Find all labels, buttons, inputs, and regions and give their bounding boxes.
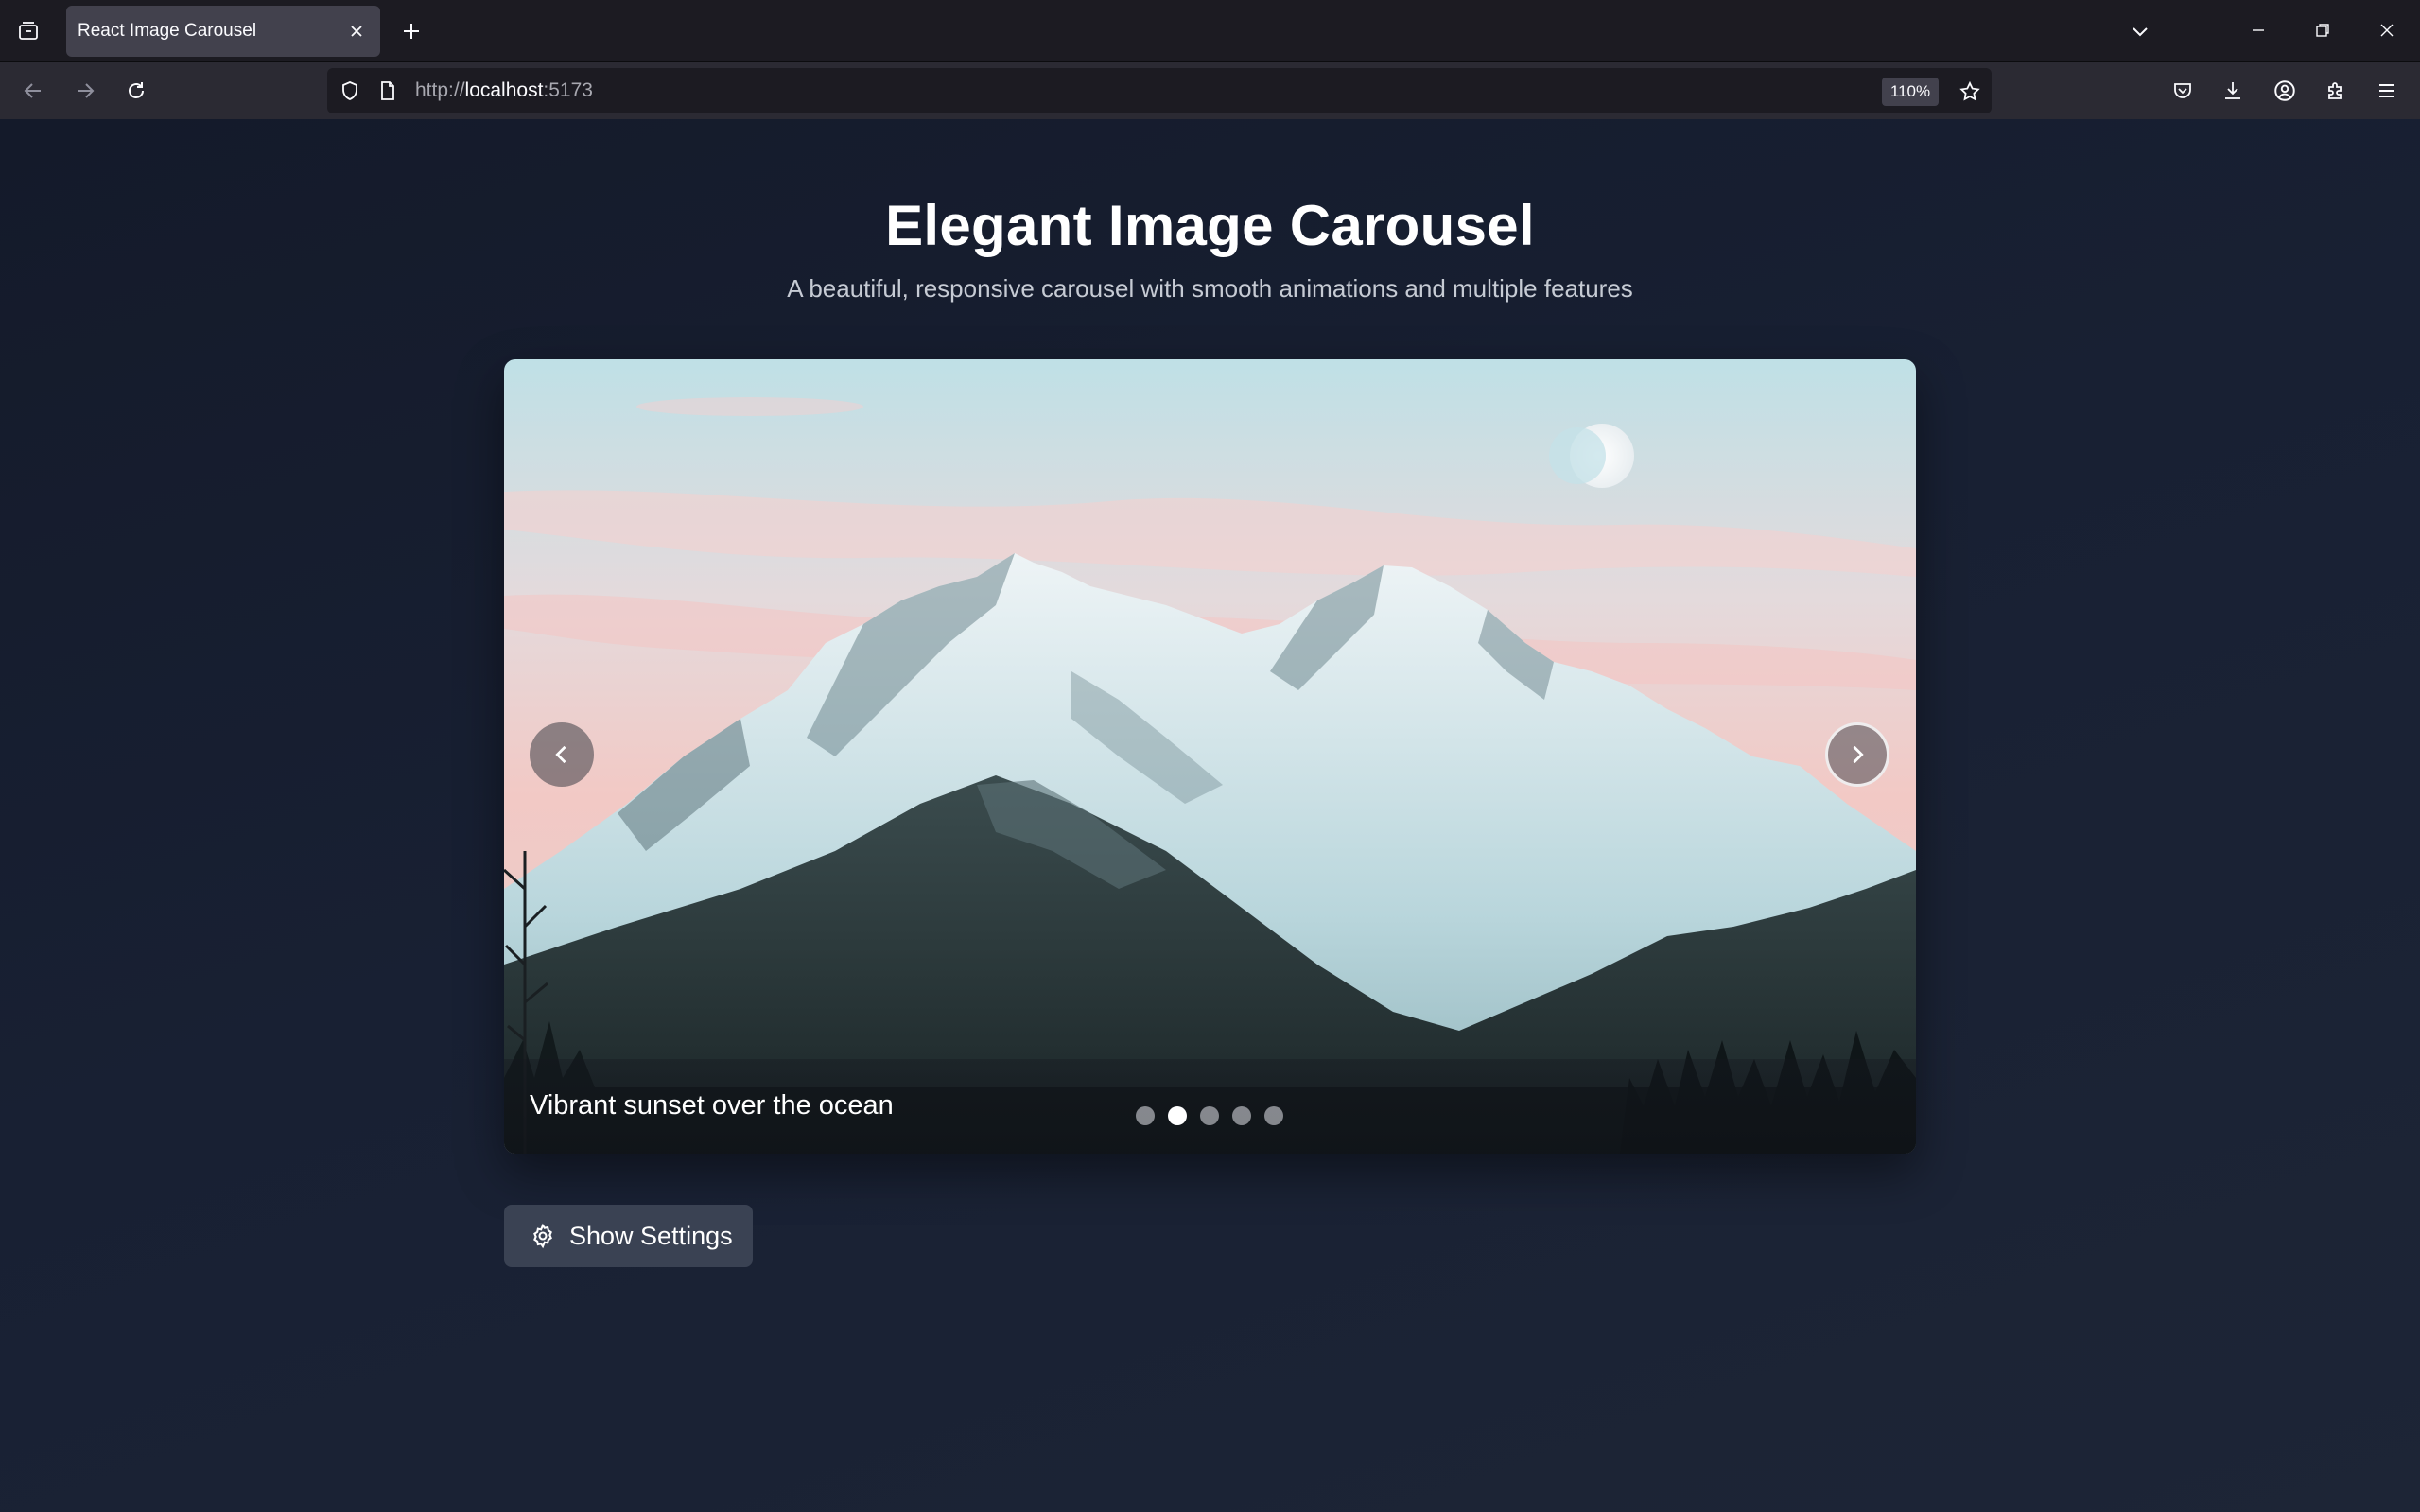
navigation-toolbar: http://localhost:5173 110%: [0, 62, 2420, 119]
slide-indicator-dot[interactable]: [1264, 1106, 1283, 1125]
slide-indicator-dot-active[interactable]: [1168, 1106, 1187, 1125]
chevron-down-icon[interactable]: [2124, 15, 2156, 47]
slide-indicator-dot[interactable]: [1200, 1106, 1219, 1125]
previous-slide-button[interactable]: [530, 722, 594, 787]
account-icon[interactable]: [2266, 72, 2304, 110]
window-close-icon[interactable]: [2368, 13, 2406, 47]
minimize-icon[interactable]: [2239, 13, 2277, 47]
plus-icon[interactable]: [395, 15, 427, 47]
slide-indicators: [1136, 1106, 1283, 1125]
url-host: localhost: [464, 79, 544, 101]
page-content: Elegant Image Carousel A beautiful, resp…: [0, 119, 2420, 1512]
next-slide-button[interactable]: [1825, 722, 1889, 787]
hamburger-menu-icon[interactable]: [2368, 72, 2406, 110]
url-port: :5173: [543, 79, 593, 101]
page-title: Elegant Image Carousel: [885, 194, 1535, 257]
tab-bar: React Image Carousel: [0, 0, 2420, 62]
url-bar[interactable]: http://localhost:5173 110%: [327, 68, 1992, 113]
slide-caption: Vibrant sunset over the ocean: [530, 1090, 894, 1121]
caption-bar: Vibrant sunset over the ocean: [504, 1059, 1916, 1154]
puzzle-icon[interactable]: [2317, 72, 2355, 110]
slide-indicator-dot[interactable]: [1232, 1106, 1251, 1125]
page-subtitle: A beautiful, responsive carousel with sm…: [787, 274, 1633, 303]
star-icon[interactable]: [1956, 78, 1984, 106]
image-carousel: Vibrant sunset over the ocean: [504, 359, 1916, 1154]
tab-overview-icon[interactable]: [12, 15, 44, 47]
close-icon[interactable]: [346, 21, 367, 42]
reload-icon[interactable]: [117, 72, 155, 110]
zoom-level-badge[interactable]: 110%: [1882, 78, 1939, 106]
chevron-right-icon: [1853, 745, 1864, 764]
restore-icon[interactable]: [2304, 13, 2342, 47]
shield-icon[interactable]: [339, 79, 361, 102]
page-icon[interactable]: [376, 79, 399, 102]
browser-tab[interactable]: React Image Carousel: [66, 6, 380, 57]
tab-title: React Image Carousel: [78, 21, 257, 41]
url-scheme: http://: [415, 79, 465, 101]
slide-indicator-dot[interactable]: [1136, 1106, 1155, 1125]
url-text[interactable]: http://localhost:5173: [415, 79, 593, 102]
back-arrow-icon[interactable]: [14, 72, 52, 110]
forward-arrow-icon[interactable]: [66, 72, 104, 110]
chevron-left-icon: [555, 745, 566, 764]
show-settings-button[interactable]: Show Settings: [504, 1205, 753, 1267]
download-icon[interactable]: [2214, 72, 2252, 110]
show-settings-label: Show Settings: [569, 1221, 733, 1250]
pocket-icon[interactable]: [2164, 72, 2202, 110]
gear-icon: [533, 1223, 552, 1249]
carousel-slide-image: [504, 359, 1916, 1154]
